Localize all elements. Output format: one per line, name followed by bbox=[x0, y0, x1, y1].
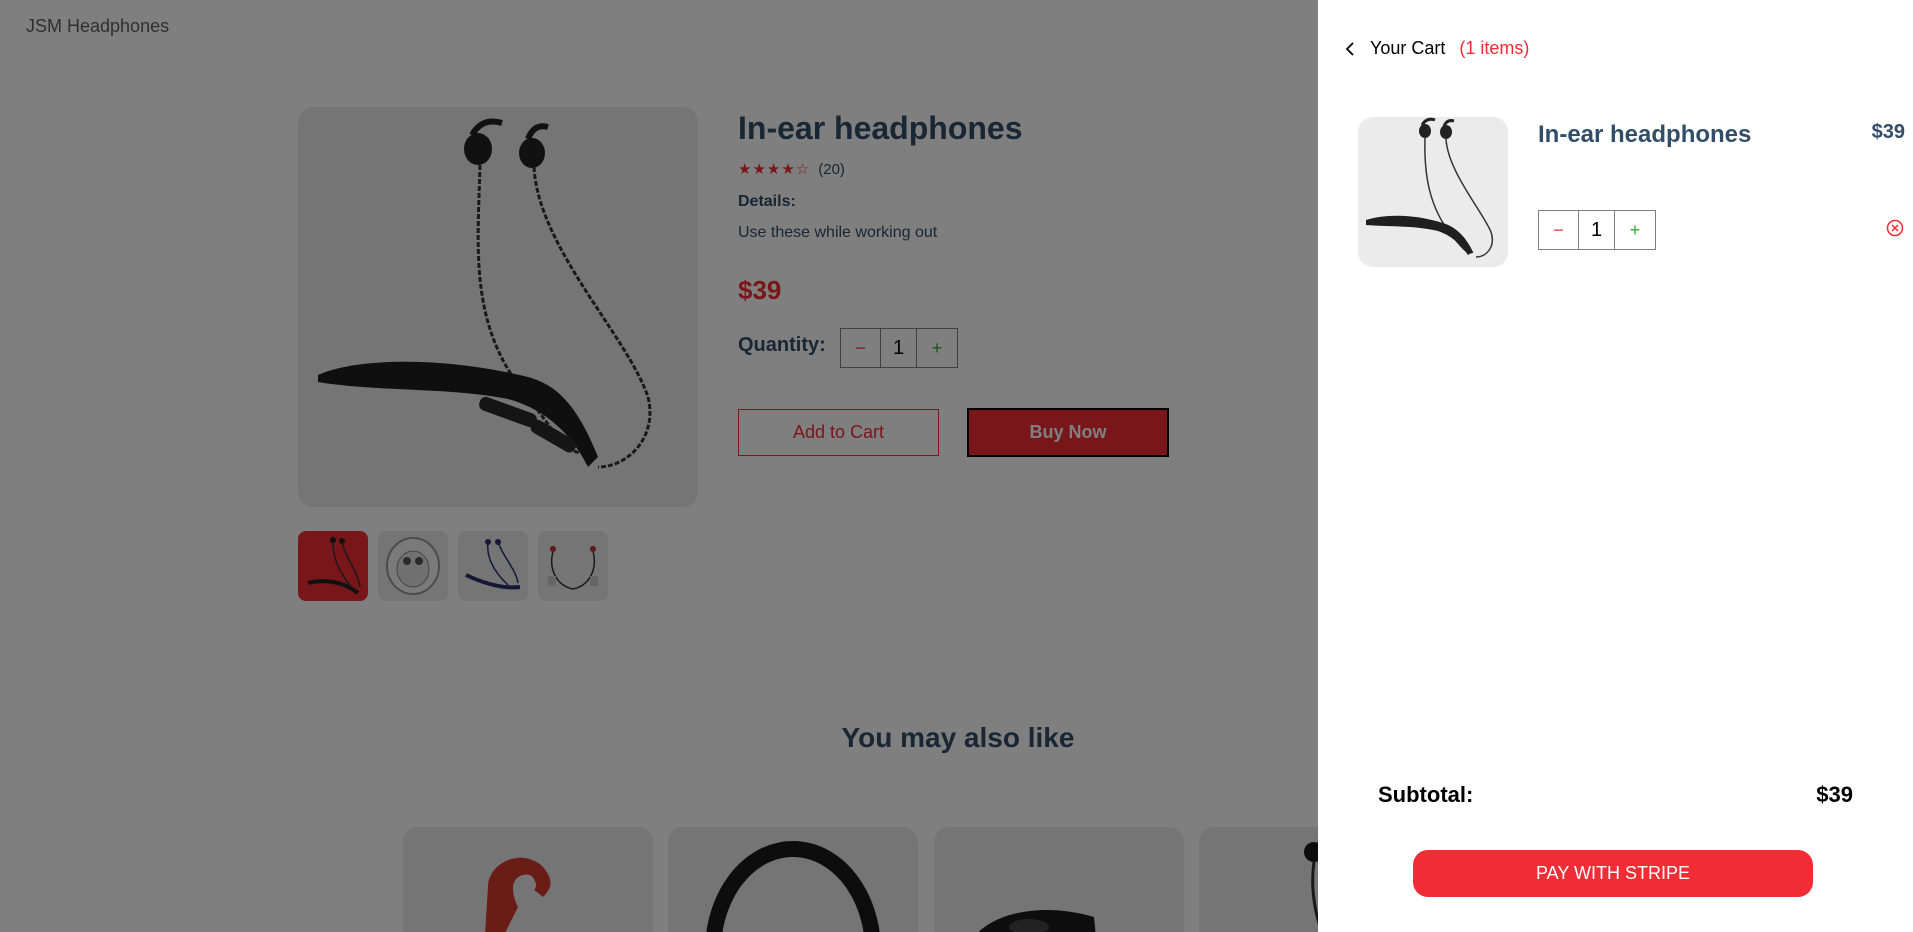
pay-with-stripe-button[interactable]: PAY WITH STRIPE bbox=[1413, 850, 1813, 897]
cart-decrease-quantity-button[interactable]: − bbox=[1539, 211, 1579, 249]
cart-item-price: $39 bbox=[1871, 121, 1905, 143]
subtotal-label: Subtotal: bbox=[1378, 782, 1474, 807]
subtotal-row: Subtotal: $39 bbox=[1378, 782, 1853, 808]
remove-item-icon[interactable] bbox=[1885, 218, 1905, 238]
cart-quantity-stepper: − 1 + bbox=[1538, 210, 1656, 250]
cart-item-count: (1 items) bbox=[1459, 38, 1530, 58]
cart-item-name: In-ear headphones bbox=[1538, 121, 1752, 148]
cart-increase-quantity-button[interactable]: + bbox=[1615, 211, 1655, 249]
cart-quantity-value: 1 bbox=[1579, 211, 1615, 249]
cart-title: Your Cart bbox=[1370, 38, 1446, 58]
subtotal-value: $39 bbox=[1816, 782, 1853, 807]
cart-back-button[interactable]: Your Cart (1 items) bbox=[1340, 38, 1529, 59]
cart-item-image bbox=[1358, 117, 1508, 267]
chevron-left-icon bbox=[1340, 39, 1360, 59]
cart-panel: Your Cart (1 items) In-ear headphones $3… bbox=[1318, 0, 1913, 932]
